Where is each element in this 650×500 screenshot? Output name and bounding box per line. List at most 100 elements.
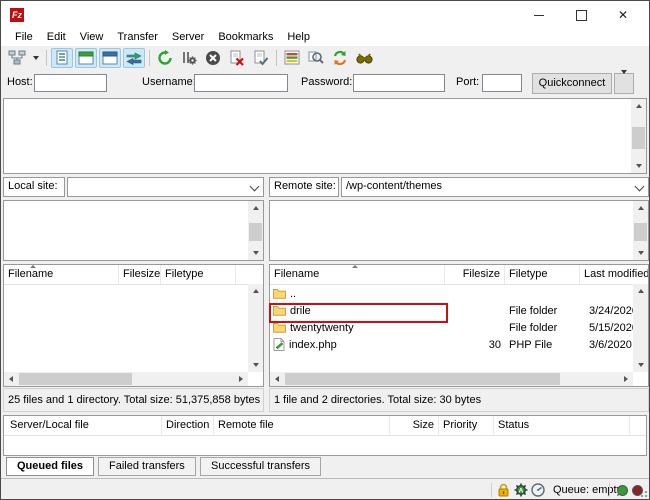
remote-row-index-php[interactable]: index.php 30 PHP File 3/6/2020 9:23 (270, 336, 633, 353)
synchronized-browsing-button[interactable] (329, 48, 351, 68)
refresh-button[interactable] (154, 48, 176, 68)
cancel-icon (205, 50, 221, 66)
site-manager-button[interactable] (6, 48, 28, 68)
tab-failed-transfers[interactable]: Failed transfers (98, 457, 196, 476)
queue-col-priority[interactable]: Priority (439, 416, 494, 435)
tab-successful-transfers[interactable]: Successful transfers (200, 457, 321, 476)
menu-bookmarks[interactable]: Bookmarks (211, 29, 280, 46)
remote-row-drile[interactable]: drile File folder 3/24/2020 5:0 (270, 302, 633, 319)
local-list-header: Filename Filesize Filetype (4, 265, 263, 285)
menu-transfer[interactable]: Transfer (110, 29, 165, 46)
quickconnect-dropdown-button[interactable] (614, 73, 634, 94)
local-list-vscrollbar[interactable] (248, 284, 263, 372)
minimize-button[interactable] (521, 1, 557, 29)
reconnect-button[interactable] (250, 48, 272, 68)
speed-limits-icon[interactable] (531, 483, 545, 497)
local-site-combo[interactable] (67, 177, 264, 197)
toggle-remote-tree-button[interactable] (99, 48, 121, 68)
scrollbar-thumb[interactable] (285, 373, 560, 385)
scroll-down-icon (253, 251, 259, 255)
title-bar: Fz ✕ (1, 1, 649, 29)
queue-col-filler (630, 416, 646, 435)
scrollbar-thumb[interactable] (249, 223, 262, 241)
auto-transfer-type-icon[interactable]: A (514, 483, 528, 497)
menu-view[interactable]: View (73, 29, 111, 46)
queue-col-status[interactable]: Status (494, 416, 630, 435)
remote-col-filesize[interactable]: Filesize (445, 265, 505, 284)
refresh-icon (157, 50, 173, 66)
menu-server[interactable]: Server (165, 29, 211, 46)
remote-col-last-modified[interactable]: Last modified (580, 265, 648, 284)
remote-tree-scrollbar[interactable] (633, 201, 648, 260)
filezilla-window: Fz ✕ File Edit View Transfer Server Book… (0, 0, 650, 500)
queue-col-direction[interactable]: Direction (162, 416, 214, 435)
remote-row-parent-dir[interactable]: .. (270, 285, 633, 302)
toolbar-separator (276, 50, 277, 66)
queue-col-size[interactable]: Size (390, 416, 439, 435)
local-list-hscrollbar[interactable] (4, 372, 248, 386)
transfer-queue-panel: Server/Local file Direction Remote file … (3, 415, 647, 456)
resize-grip[interactable] (639, 489, 647, 497)
remote-list-status: 1 file and 2 directories. Total size: 30… (269, 388, 649, 412)
username-input[interactable] (194, 74, 288, 92)
queue-col-remote-file[interactable]: Remote file (214, 416, 390, 435)
local-list-status: 25 files and 1 directory. Total size: 51… (3, 388, 264, 412)
disconnect-button[interactable] (226, 48, 248, 68)
scrollbar-thumb[interactable] (634, 223, 647, 241)
menu-help[interactable]: Help (280, 29, 317, 46)
maximize-button[interactable] (563, 1, 599, 29)
toggle-message-log-button[interactable] (51, 48, 73, 68)
remote-list-vscrollbar[interactable] (633, 284, 648, 372)
remote-col-filename[interactable]: Filename (270, 265, 445, 284)
toolbar-separator (46, 50, 47, 66)
toggle-transfer-queue-button[interactable] (123, 48, 145, 68)
php-file-icon (273, 338, 285, 351)
scrollbar-thumb[interactable] (632, 127, 645, 149)
menu-file[interactable]: File (8, 29, 40, 46)
remote-row-twentytwenty[interactable]: twentytwenty File folder 5/15/2020 12: (270, 319, 633, 336)
scroll-up-icon (636, 104, 642, 108)
quickconnect-button[interactable]: Quickconnect (532, 73, 612, 94)
scrollbar-thumb[interactable] (19, 373, 132, 385)
filter-button[interactable] (281, 48, 303, 68)
folder-icon (273, 322, 286, 333)
queue-col-server-local-file[interactable]: Server/Local file (4, 416, 162, 435)
directory-comparison-icon (308, 50, 324, 66)
port-input[interactable] (482, 74, 522, 92)
close-icon: ✕ (618, 8, 628, 22)
lock-icon[interactable] (497, 483, 510, 497)
maximize-icon (576, 10, 587, 21)
cancel-button[interactable] (202, 48, 224, 68)
folder-icon (273, 305, 286, 316)
combo-arrow-icon (250, 182, 260, 192)
find-files-button[interactable] (353, 48, 375, 68)
menu-edit[interactable]: Edit (40, 29, 73, 46)
tab-queued-files[interactable]: Queued files (6, 457, 94, 476)
local-col-filetype[interactable]: Filetype (161, 265, 236, 284)
remote-list-hscrollbar[interactable] (270, 372, 633, 386)
message-log-scrollbar[interactable] (631, 99, 646, 173)
sort-asc-icon (352, 265, 358, 268)
scroll-down-icon (253, 363, 259, 367)
site-manager-dropdown-button[interactable] (30, 48, 42, 68)
remote-col-filetype[interactable]: Filetype (505, 265, 580, 284)
local-col-filesize[interactable]: Filesize (119, 265, 161, 284)
port-label: Port: (456, 76, 479, 88)
host-input[interactable] (34, 74, 107, 92)
scroll-up-icon (253, 206, 259, 210)
toggle-local-tree-button[interactable] (75, 48, 97, 68)
directory-comparison-button[interactable] (305, 48, 327, 68)
local-tree-scrollbar[interactable] (248, 201, 263, 260)
svg-text:A: A (519, 487, 524, 494)
password-input[interactable] (353, 74, 445, 92)
remote-site-combo[interactable]: /wp-content/themes (341, 177, 649, 197)
quickconnect-dropdown-icon (621, 70, 627, 86)
app-icon: Fz (10, 8, 24, 22)
local-col-filename[interactable]: Filename (4, 265, 119, 284)
local-file-list: Filename Filesize Filetype (3, 264, 264, 387)
close-button[interactable]: ✕ (605, 1, 641, 29)
remote-tree-panel (269, 200, 649, 261)
process-queue-button[interactable] (178, 48, 200, 68)
queue-status-text: Queue: empty (553, 484, 622, 496)
remote-list-header: Filename Filesize Filetype Last modified (270, 265, 648, 285)
